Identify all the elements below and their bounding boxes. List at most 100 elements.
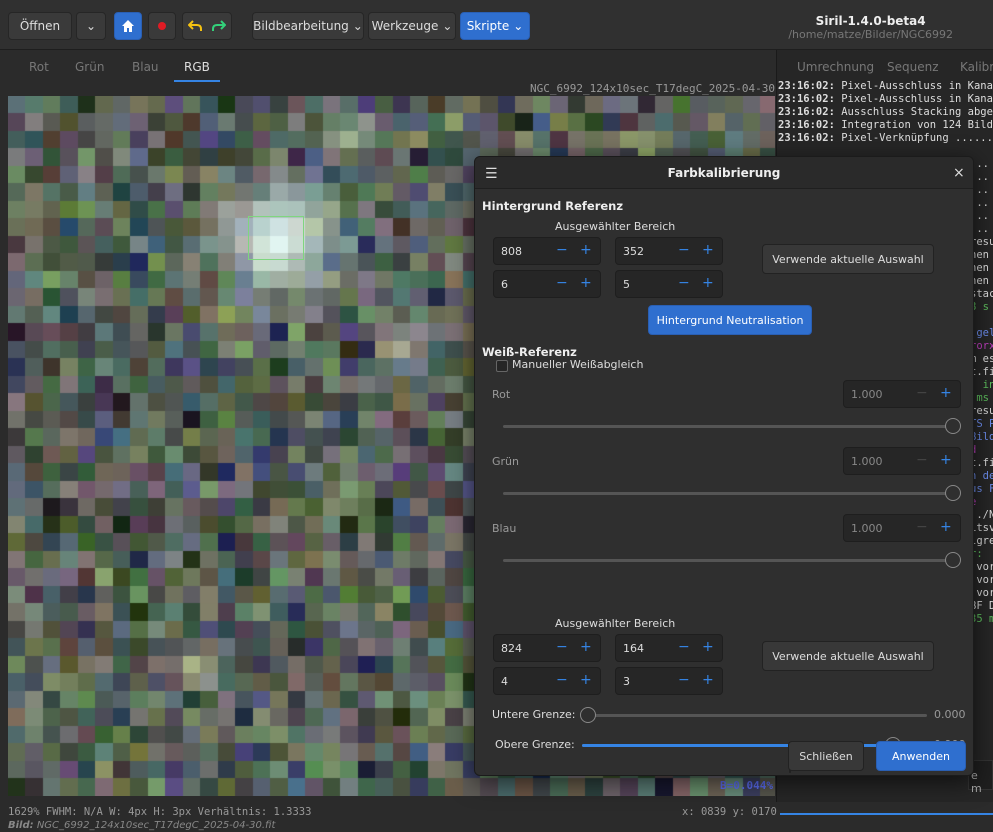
close-dialog-button[interactable]: Schließen: [788, 741, 864, 771]
lower-limit-value: 0.000: [934, 708, 966, 721]
bg-w-value: 6: [501, 278, 508, 291]
undo-redo-group: [182, 12, 232, 40]
app-path: /home/matze/Bilder/NGC6992: [788, 28, 953, 41]
bg-y-value: 352: [623, 245, 644, 258]
plus-icon[interactable]: +: [702, 242, 714, 258]
red-slider-handle[interactable]: [945, 418, 961, 434]
minus-icon[interactable]: −: [556, 242, 568, 258]
tab-green[interactable]: Grün: [75, 60, 104, 74]
selection-rectangle[interactable]: [248, 216, 304, 260]
minus-icon[interactable]: −: [678, 275, 690, 291]
console-time: 23:16:02:: [778, 132, 835, 144]
wb-use-selection-button[interactable]: Verwende aktuelle Auswahl: [762, 641, 934, 671]
wb-w-spinner[interactable]: 4 − +: [493, 667, 601, 695]
window-title: Siril-1.4.0-beta4 /home/matze/Bilder/NGC…: [788, 14, 953, 41]
close-icon[interactable]: ×: [953, 165, 965, 181]
bg-y-spinner[interactable]: 352 − +: [615, 237, 723, 265]
blue-value: 1.000: [851, 522, 883, 535]
undo-icon[interactable]: [188, 20, 202, 32]
plus-icon[interactable]: +: [940, 452, 952, 468]
wb-y-spinner[interactable]: 164 − +: [615, 634, 723, 662]
color-calibration-dialog: ☰ Farbkalibrierung × Hintergrund Referen…: [474, 156, 974, 776]
background-neutralization-label: Hintergrund Neutralisation: [656, 313, 804, 327]
wb-w-value: 4: [501, 675, 508, 688]
wb-selected-area-label: Ausgewählter Bereich: [555, 617, 676, 630]
plus-icon[interactable]: +: [702, 672, 714, 688]
image-processing-menu[interactable]: Bildbearbeitung ⌄: [252, 12, 364, 40]
open-button[interactable]: Öffnen: [8, 12, 72, 40]
green-slider-handle[interactable]: [945, 485, 961, 501]
tab-blue[interactable]: Blau: [132, 60, 159, 74]
chevron-down-icon: ⌄: [513, 19, 524, 33]
header-bar: Öffnen ⌄ Bildbearbeitung ⌄ Werkzeuge ⌄ Skr…: [0, 0, 993, 50]
minus-icon[interactable]: −: [678, 672, 690, 688]
blue-spinner[interactable]: 1.000 − +: [843, 514, 961, 542]
console-text: Pixel-Verknüpfung ........: [834, 132, 993, 144]
lower-limit-track[interactable]: [582, 714, 927, 717]
green-slider-track[interactable]: [503, 492, 951, 495]
minus-icon[interactable]: −: [678, 242, 690, 258]
plus-icon[interactable]: +: [580, 639, 592, 655]
minus-icon[interactable]: −: [916, 452, 928, 468]
wb-h-spinner[interactable]: 3 − +: [615, 667, 723, 695]
background-neutralization-button[interactable]: Hintergrund Neutralisation: [648, 305, 812, 335]
scripts-menu[interactable]: Skripte ⌄: [460, 12, 530, 40]
plus-icon[interactable]: +: [702, 275, 714, 291]
dialog-title: Farbkalibrierung: [667, 166, 781, 180]
red-value: 1.000: [851, 388, 883, 401]
console-line: 23:16:02: Pixel-Ausschluss in Kanal: [778, 80, 993, 93]
manual-wb-checkbox[interactable]: [496, 360, 508, 372]
progress-line: [780, 813, 993, 815]
apply-label: Anwenden: [892, 749, 950, 763]
minus-icon[interactable]: −: [916, 519, 928, 535]
tab-conversion[interactable]: Umrechnung: [797, 60, 874, 74]
plus-icon[interactable]: +: [580, 275, 592, 291]
tab-red[interactable]: Rot: [29, 60, 49, 74]
image-filename: NGC_6992_124x10sec_T17degC_2025-04-30.fi…: [530, 82, 802, 95]
apply-button[interactable]: Anwenden: [876, 741, 966, 771]
record-button[interactable]: [148, 12, 176, 40]
console-text: Pixel-Ausschluss in Kanal: [834, 80, 993, 92]
open-recent-dropdown[interactable]: ⌄: [76, 12, 106, 40]
tab-sequence[interactable]: Sequenz: [887, 60, 939, 74]
wb-use-selection-label: Verwende aktuelle Auswahl: [772, 649, 924, 663]
bg-use-selection-button[interactable]: Verwende aktuelle Auswahl: [762, 244, 934, 274]
home-icon: [122, 20, 134, 32]
chevron-down-icon: ⌄: [442, 19, 453, 33]
close-dialog-label: Schließen: [799, 749, 853, 763]
app-title: Siril-1.4.0-beta4: [815, 14, 926, 28]
minus-icon[interactable]: −: [556, 672, 568, 688]
bg-w-spinner[interactable]: 6 − +: [493, 270, 601, 298]
tab-rgb[interactable]: RGB: [184, 60, 210, 74]
green-spinner[interactable]: 1.000 − +: [843, 447, 961, 475]
tab-calibration[interactable]: Kalibr: [960, 60, 993, 74]
redo-icon[interactable]: [212, 20, 226, 32]
console-line: 23:16:02: Ausschluss Stacking abgesc: [778, 106, 993, 119]
red-slider-track[interactable]: [503, 425, 951, 428]
wb-x-spinner[interactable]: 824 − +: [493, 634, 601, 662]
blue-slider-track[interactable]: [503, 559, 951, 562]
minus-icon[interactable]: −: [556, 639, 568, 655]
plus-icon[interactable]: +: [702, 639, 714, 655]
plus-icon[interactable]: +: [940, 519, 952, 535]
plus-icon[interactable]: +: [580, 242, 592, 258]
console-time: 23:16:02:: [778, 93, 835, 105]
lower-limit-label: Untere Grenze:: [492, 708, 576, 721]
bg-h-spinner[interactable]: 5 − +: [615, 270, 723, 298]
console-line: 23:16:02: Pixel-Ausschluss in Kanal: [778, 93, 993, 106]
minus-icon[interactable]: −: [556, 275, 568, 291]
blue-slider-handle[interactable]: [945, 552, 961, 568]
minus-icon[interactable]: −: [678, 639, 690, 655]
red-spinner[interactable]: 1.000 − +: [843, 380, 961, 408]
minus-icon[interactable]: −: [916, 385, 928, 401]
tools-menu[interactable]: Werkzeuge ⌄: [368, 12, 456, 40]
b-value-readout: B=0.044%: [720, 779, 773, 792]
home-button[interactable]: [114, 12, 142, 40]
channel-tabs: Rot Grün Blau RGB: [0, 50, 775, 82]
plus-icon[interactable]: +: [580, 672, 592, 688]
upper-limit-label: Obere Grenze:: [495, 738, 575, 751]
active-tab-indicator: [174, 80, 220, 82]
plus-icon[interactable]: +: [940, 385, 952, 401]
bg-x-spinner[interactable]: 808 − +: [493, 237, 601, 265]
lower-limit-handle[interactable]: [580, 707, 596, 723]
